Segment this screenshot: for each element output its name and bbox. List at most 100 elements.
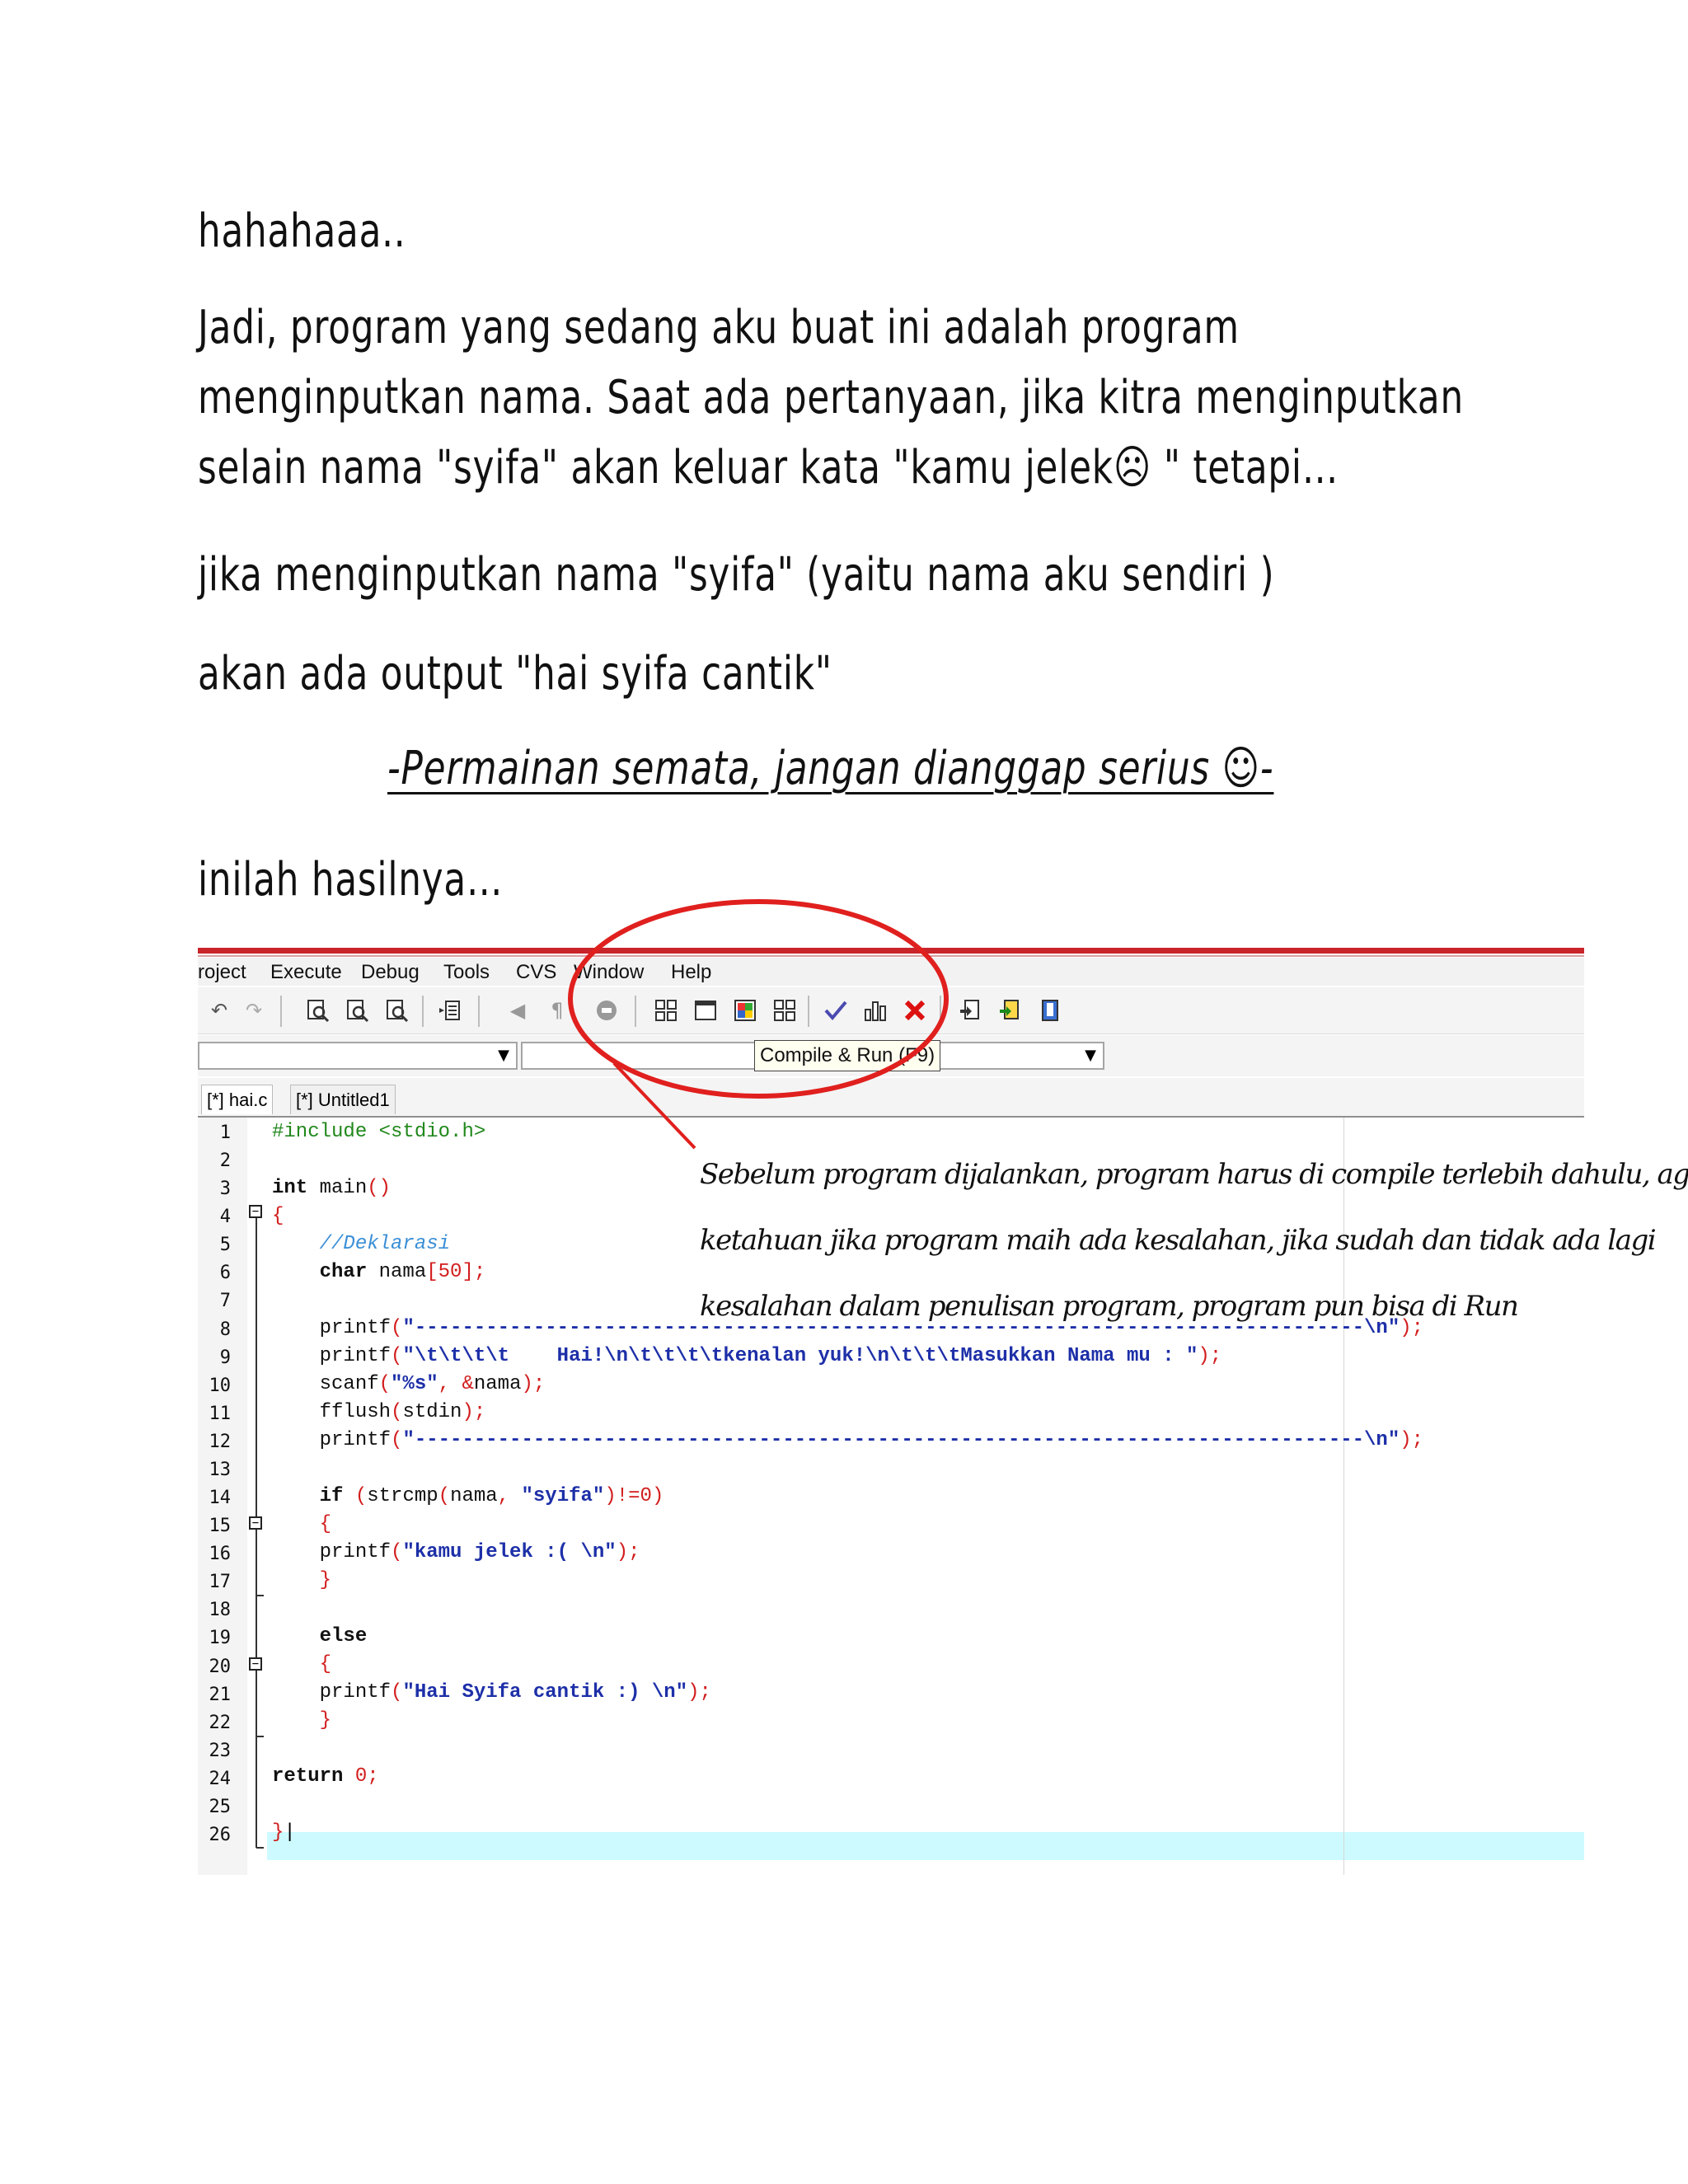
debug-icon[interactable] [1037, 997, 1063, 1024]
stop-icon[interactable] [593, 997, 620, 1024]
line-number: 19 [209, 1628, 232, 1649]
export-icon[interactable] [958, 997, 984, 1024]
fold-toggle-line-4[interactable]: − [249, 1205, 262, 1218]
menu-window[interactable]: Window [574, 961, 644, 984]
line-number: 1 [219, 1122, 231, 1143]
compile-icon[interactable] [823, 997, 849, 1024]
code-line-20: { [319, 1653, 332, 1675]
title-bar-edge-shadow [198, 955, 1584, 957]
line-number: 24 [209, 1768, 232, 1789]
line-number: 8 [219, 1319, 231, 1340]
toolbar-separator [940, 996, 941, 1027]
line-number: 22 [209, 1712, 232, 1733]
new-project-icon[interactable] [653, 997, 679, 1024]
menu-cvs[interactable]: CVS [516, 961, 556, 984]
code-line-17: } [319, 1569, 332, 1591]
line-number: 23 [209, 1740, 232, 1761]
fold-toggle-line-15[interactable]: − [249, 1516, 262, 1530]
note-line-5: jika menginputkan nama "syifa" (yaitu na… [198, 548, 1275, 602]
note-line-4: selain nama "syifa" akan keluar kata "ka… [198, 441, 1339, 494]
color-grid-icon[interactable] [732, 997, 758, 1024]
note-line-6: akan ada output "hai syifa cantik" [198, 647, 832, 701]
find-icon[interactable] [305, 997, 331, 1024]
title-bar-edge [198, 948, 1584, 954]
goto-icon[interactable]: ¶ [544, 997, 570, 1024]
line-number: 18 [209, 1600, 232, 1621]
toolbar-separator [478, 996, 480, 1027]
line-number: 6 [219, 1263, 231, 1284]
class-combo[interactable]: ▼ [198, 1042, 518, 1070]
line-number: 25 [209, 1796, 232, 1817]
chart-icon[interactable] [862, 997, 889, 1024]
code-line-10: scanf("%s", &nama); [272, 1373, 546, 1395]
code-line-6: char nama[50]; [319, 1261, 486, 1283]
ide-screenshot: roject Execute Debug Tools CVS Window He… [198, 948, 1584, 1875]
code-line-19: else [319, 1625, 368, 1647]
class-browser-icon[interactable] [771, 997, 798, 1024]
fold-guides [256, 1218, 264, 1849]
line-number: 9 [219, 1347, 231, 1368]
toolbar-separator [635, 996, 636, 1027]
annotation-note: Sebelum program dijalankan, program haru… [700, 1141, 1688, 1339]
menu-debug[interactable]: Debug [361, 961, 420, 984]
code-line-5: //Deklarasi [319, 1233, 451, 1255]
line-number: 7 [219, 1291, 231, 1312]
line-number: 13 [209, 1459, 232, 1480]
code-line-22: } [319, 1709, 332, 1732]
code-line-4: { [272, 1205, 284, 1227]
line-number: 4 [219, 1207, 231, 1228]
code-line-21: printf("Hai Syifa cantik :) \n"); [272, 1681, 711, 1704]
undo-icon[interactable]: ↶ [206, 997, 232, 1024]
line-number: 3 [219, 1179, 231, 1200]
indent-icon[interactable] [437, 997, 463, 1024]
redo-icon[interactable]: ↷ [241, 997, 267, 1024]
menu-tools[interactable]: Tools [443, 961, 490, 984]
code-line-12: printf("--------------------------------… [272, 1429, 1424, 1451]
note-line-2: Jadi, program yang sedang aku buat ini a… [198, 301, 1240, 354]
line-number: 5 [219, 1235, 231, 1256]
compile-run-tooltip: Compile & Run (F9) [754, 1040, 941, 1071]
insert-icon[interactable] [997, 997, 1024, 1024]
note-line-7: -Permainan semata, jangan dianggap seriu… [387, 742, 1274, 795]
annotation-line-1: Sebelum program dijalankan, program haru… [700, 1158, 1688, 1191]
close-icon[interactable] [902, 997, 928, 1024]
fold-toggle-line-20[interactable]: − [249, 1657, 262, 1671]
code-line-15: { [319, 1513, 332, 1535]
line-number: 17 [209, 1572, 232, 1593]
editor-tabs: [*] hai.c [*] Untitled1 [198, 1078, 1584, 1118]
tab-untitled1[interactable]: [*] Untitled1 [290, 1085, 396, 1114]
menu-execute[interactable]: Execute [270, 961, 342, 984]
line-number: 20 [209, 1656, 232, 1677]
line-number: 12 [209, 1431, 232, 1452]
find-replace-icon[interactable] [345, 997, 371, 1024]
line-number: 14 [209, 1488, 232, 1509]
line-number: 16 [209, 1544, 232, 1565]
code-line-11: fflush(stdin); [272, 1401, 486, 1423]
bookmark-icon[interactable]: ◀ [504, 997, 531, 1024]
toolbar-separator [422, 996, 424, 1027]
tab-hai-c[interactable]: [*] hai.c [201, 1085, 274, 1114]
line-number: 11 [209, 1403, 232, 1424]
note-line-3: menginputkan nama. Saat ada pertanyaan, … [198, 371, 1464, 424]
menu-project[interactable]: roject [198, 961, 246, 984]
code-line-1: #include <stdio.h> [272, 1121, 486, 1143]
code-line-24: return 0; [272, 1765, 379, 1788]
menu-bar: roject Execute Debug Tools CVS Window He… [198, 958, 1584, 986]
toolbar: ↶ ↷ ◀ ¶ [198, 987, 1584, 1034]
chevron-down-icon: ▼ [1085, 1047, 1096, 1064]
code-line-9: printf("\t\t\t\t Hai!\n\t\t\t\tkenalan y… [272, 1345, 1222, 1367]
menu-help[interactable]: Help [671, 961, 711, 984]
line-number: 21 [209, 1684, 232, 1705]
toolbar-separator [280, 996, 282, 1027]
code-line-16: printf("kamu jelek :( \n"); [272, 1541, 640, 1563]
line-number: 26 [209, 1825, 232, 1845]
line-number: 15 [209, 1516, 232, 1537]
find-next-icon[interactable] [384, 997, 410, 1024]
chevron-down-icon: ▼ [498, 1047, 509, 1064]
toolbar-separator [808, 996, 809, 1027]
code-line-14: if (strcmp(nama, "syifa")!=0) [319, 1485, 664, 1507]
window-icon[interactable] [692, 997, 719, 1024]
note-line-1: hahahaaa.. [198, 204, 406, 258]
line-number: 10 [209, 1375, 232, 1396]
code-line-3: int main() [272, 1177, 392, 1199]
